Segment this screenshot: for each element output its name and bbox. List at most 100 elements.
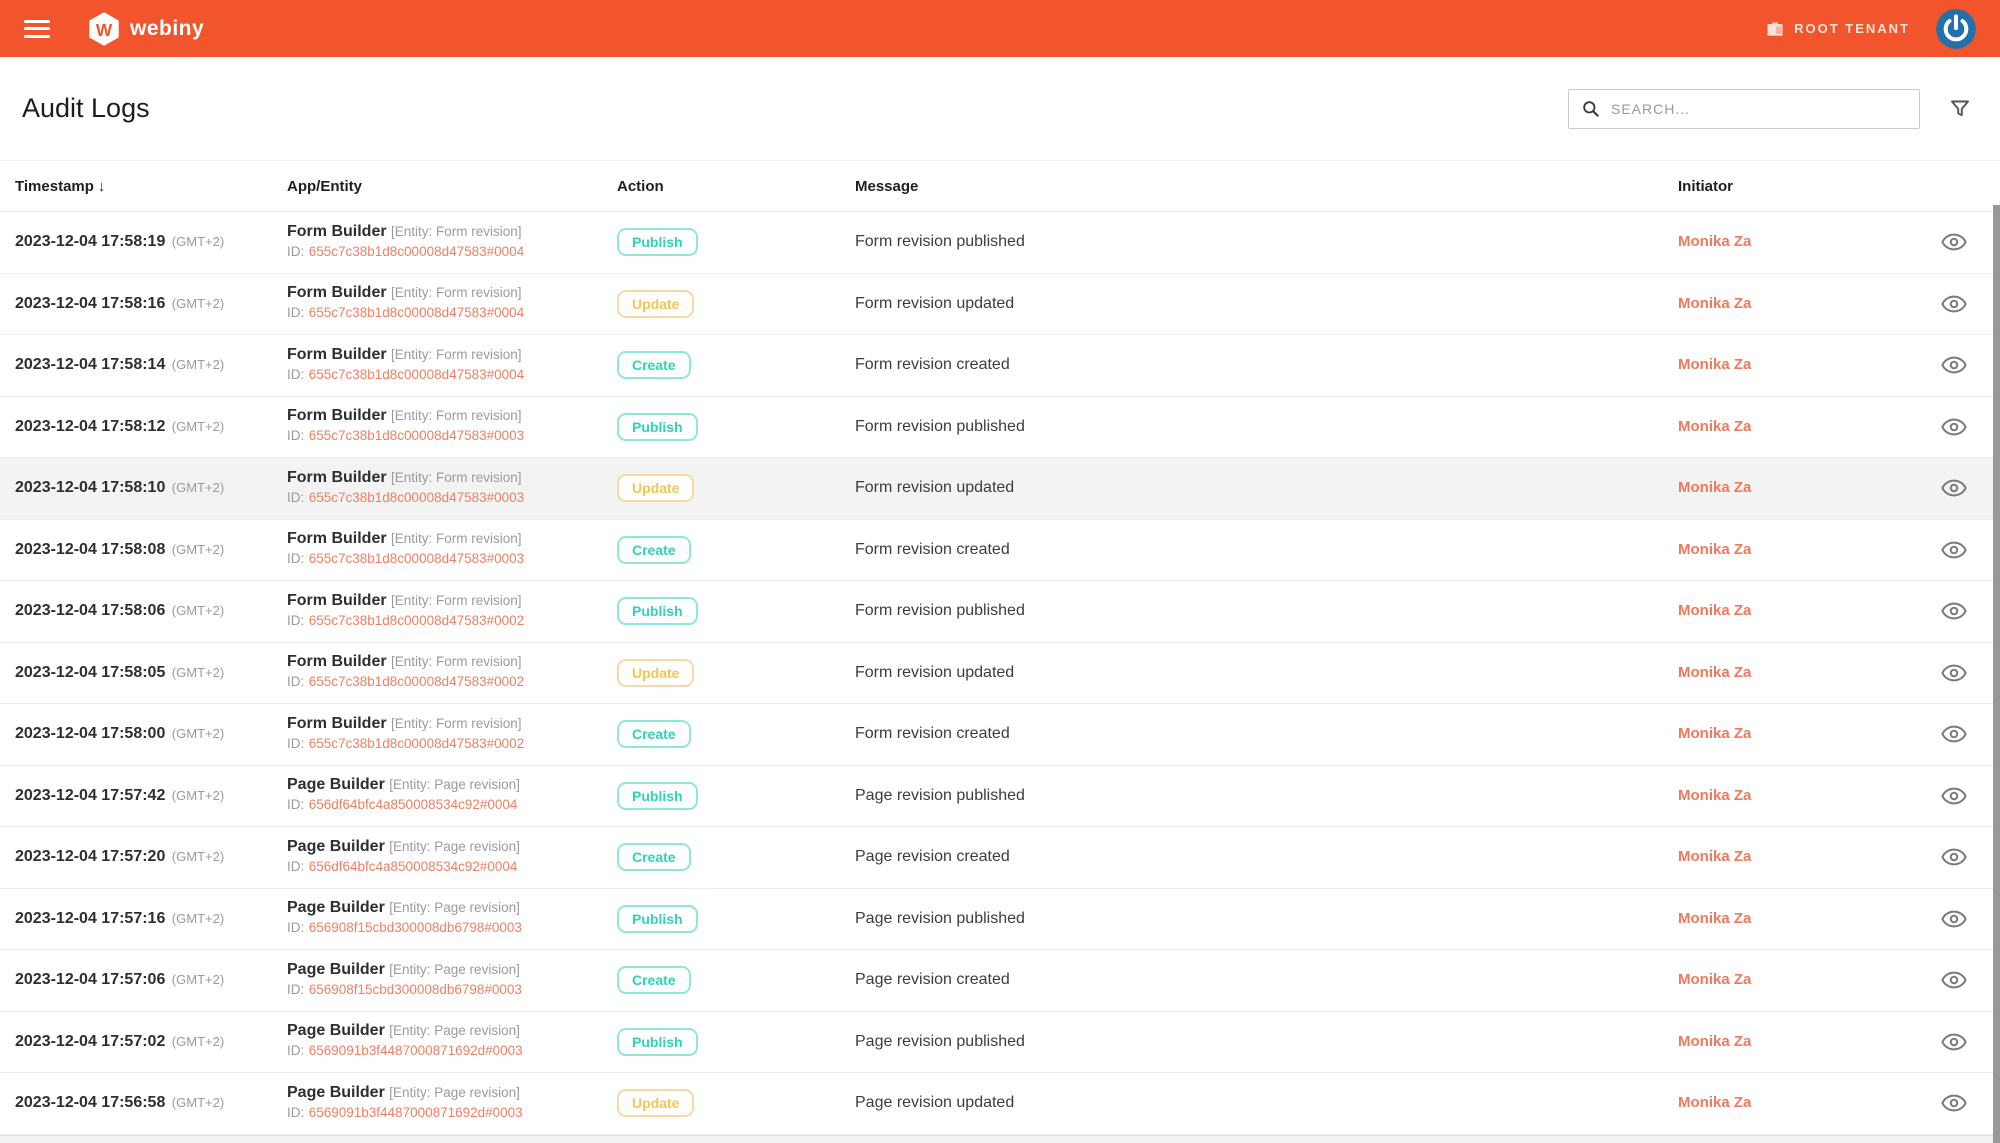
message-cell: Form revision published [855,602,1678,620]
table-row[interactable]: 2023-12-04 17:57:16 (GMT+2) Page Builder… [0,889,2000,951]
timestamp-value: 2023-12-04 17:58:00 [15,725,165,742]
app-name: Form Builder [287,530,387,547]
record-id-link[interactable]: 655c7c38b1d8c00008d47583#0002 [309,736,524,751]
view-details-eye-icon[interactable] [1941,475,1967,501]
entity-label: [Entity: Page revision] [389,839,520,854]
initiator-link[interactable]: Monika Za [1678,725,1751,742]
initiator-link[interactable]: Monika Za [1678,479,1751,496]
initiator-link[interactable]: Monika Za [1678,910,1751,927]
record-id-link[interactable]: 655c7c38b1d8c00008d47583#0004 [309,244,524,259]
webiny-logo[interactable]: W webiny [86,11,204,47]
app-entity-cell: Page Builder [Entity: Page revision] ID:… [287,1083,617,1124]
view-details-eye-icon[interactable] [1941,291,1967,317]
view-details-eye-icon[interactable] [1941,414,1967,440]
table-row[interactable]: 2023-12-04 17:58:16 (GMT+2) Form Builder… [0,274,2000,336]
search-input[interactable] [1611,101,1907,117]
sort-descending-icon[interactable]: ↓ [98,178,106,195]
record-id-link[interactable]: 655c7c38b1d8c00008d47583#0004 [309,305,524,320]
timestamp-value: 2023-12-04 17:58:16 [15,295,165,312]
view-details-eye-icon[interactable] [1941,967,1967,993]
app-name: Form Builder [287,346,387,363]
filter-button[interactable] [1948,97,1972,121]
view-details-eye-icon[interactable] [1941,352,1967,378]
vertical-scrollbar[interactable] [1993,205,2000,1143]
record-id-link[interactable]: 655c7c38b1d8c00008d47583#0002 [309,613,524,628]
record-id-link[interactable]: 655c7c38b1d8c00008d47583#0003 [309,428,524,443]
initiator-link[interactable]: Monika Za [1678,541,1751,558]
initiator-link[interactable]: Monika Za [1678,602,1751,619]
table-row[interactable]: 2023-12-04 17:57:42 (GMT+2) Page Builder… [0,766,2000,828]
record-id-link[interactable]: 656df64bfc4a850008534c92#0004 [309,859,518,874]
initiator-link[interactable]: Monika Za [1678,356,1751,373]
initiator-link[interactable]: Monika Za [1678,233,1751,250]
table-row[interactable]: 2023-12-04 17:58:08 (GMT+2) Form Builder… [0,520,2000,582]
initiator-link[interactable]: Monika Za [1678,1033,1751,1050]
app-entity-cell: Form Builder [Entity: Form revision] ID:… [287,406,617,447]
table-row[interactable]: 2023-12-04 17:58:19 (GMT+2) Form Builder… [0,212,2000,274]
table-row[interactable]: 2023-12-04 17:58:00 (GMT+2) Form Builder… [0,704,2000,766]
view-details-eye-icon[interactable] [1941,660,1967,686]
table-row[interactable]: 2023-12-04 17:56:58 (GMT+2) Page Builder… [0,1073,2000,1135]
table-row[interactable]: 2023-12-04 17:58:12 (GMT+2) Form Builder… [0,397,2000,459]
initiator-link[interactable]: Monika Za [1678,418,1751,435]
view-details-eye-icon[interactable] [1941,598,1967,624]
record-id-link[interactable]: 656908f15cbd300008db6798#0003 [309,982,522,997]
table-row[interactable]: 2023-12-04 17:58:06 (GMT+2) Form Builder… [0,581,2000,643]
initiator-link[interactable]: Monika Za [1678,664,1751,681]
table-row[interactable]: 2023-12-04 17:58:05 (GMT+2) Form Builder… [0,643,2000,705]
message-cell: Form revision updated [855,295,1678,313]
timestamp-cell: 2023-12-04 17:57:20 (GMT+2) [15,848,287,866]
action-cell: Publish [617,413,855,441]
record-id-link[interactable]: 6569091b3f4487000871692d#0003 [309,1105,523,1120]
view-details-eye-icon[interactable] [1941,229,1967,255]
menu-icon[interactable] [24,20,50,38]
table-row[interactable]: 2023-12-04 17:57:02 (GMT+2) Page Builder… [0,1012,2000,1074]
timezone-label: (GMT+2) [172,1095,224,1110]
app-entity-cell: Page Builder [Entity: Page revision] ID:… [287,837,617,878]
column-header-timestamp[interactable]: Timestamp↓ [15,178,287,195]
initiator-link[interactable]: Monika Za [1678,971,1751,988]
view-details-eye-icon[interactable] [1941,783,1967,809]
table-row[interactable]: 2023-12-04 17:57:06 (GMT+2) Page Builder… [0,950,2000,1012]
id-label: ID: [287,613,304,628]
timezone-label: (GMT+2) [172,480,224,495]
user-avatar[interactable] [1936,9,1976,49]
webiny-hexagon-icon: W [86,11,122,47]
view-details-eye-icon[interactable] [1941,906,1967,932]
view-details-eye-icon[interactable] [1941,537,1967,563]
view-details-eye-icon[interactable] [1941,721,1967,747]
record-id-link[interactable]: 656df64bfc4a850008534c92#0004 [309,797,518,812]
action-cell: Create [617,351,855,379]
message-cell: Form revision created [855,725,1678,743]
initiator-link[interactable]: Monika Za [1678,787,1751,804]
initiator-cell: Monika Za [1678,787,1908,805]
message-cell: Page revision published [855,1033,1678,1051]
initiator-link[interactable]: Monika Za [1678,848,1751,865]
page-title: Audit Logs [22,93,150,124]
record-id-link[interactable]: 655c7c38b1d8c00008d47583#0003 [309,490,524,505]
initiator-cell: Monika Za [1678,664,1908,682]
table-row[interactable]: 2023-12-04 17:57:20 (GMT+2) Page Builder… [0,827,2000,889]
table-row[interactable]: 2023-12-04 17:58:14 (GMT+2) Form Builder… [0,335,2000,397]
view-details-eye-icon[interactable] [1941,1090,1967,1116]
initiator-link[interactable]: Monika Za [1678,295,1751,312]
id-label: ID: [287,551,304,566]
initiator-link[interactable]: Monika Za [1678,1094,1751,1111]
entity-label: [Entity: Form revision] [391,285,522,300]
record-id-link[interactable]: 6569091b3f4487000871692d#0003 [309,1043,523,1058]
record-id-link[interactable]: 655c7c38b1d8c00008d47583#0003 [309,551,524,566]
app-name: Page Builder [287,838,385,855]
table-row[interactable]: 2023-12-04 17:58:10 (GMT+2) Form Builder… [0,458,2000,520]
message-cell: Page revision created [855,848,1678,866]
view-details-eye-icon[interactable] [1941,844,1967,870]
app-entity-cell: Page Builder [Entity: Page revision] ID:… [287,960,617,1001]
tenant-selector[interactable]: ROOT TENANT [1765,19,1910,39]
action-cell: Publish [617,905,855,933]
message-cell: Form revision published [855,233,1678,251]
record-id-link[interactable]: 656908f15cbd300008db6798#0003 [309,920,522,935]
view-details-eye-icon[interactable] [1941,1029,1967,1055]
timezone-label: (GMT+2) [172,788,224,803]
record-id-link[interactable]: 655c7c38b1d8c00008d47583#0002 [309,674,524,689]
record-id-link[interactable]: 655c7c38b1d8c00008d47583#0004 [309,367,524,382]
message-cell: Form revision created [855,356,1678,374]
